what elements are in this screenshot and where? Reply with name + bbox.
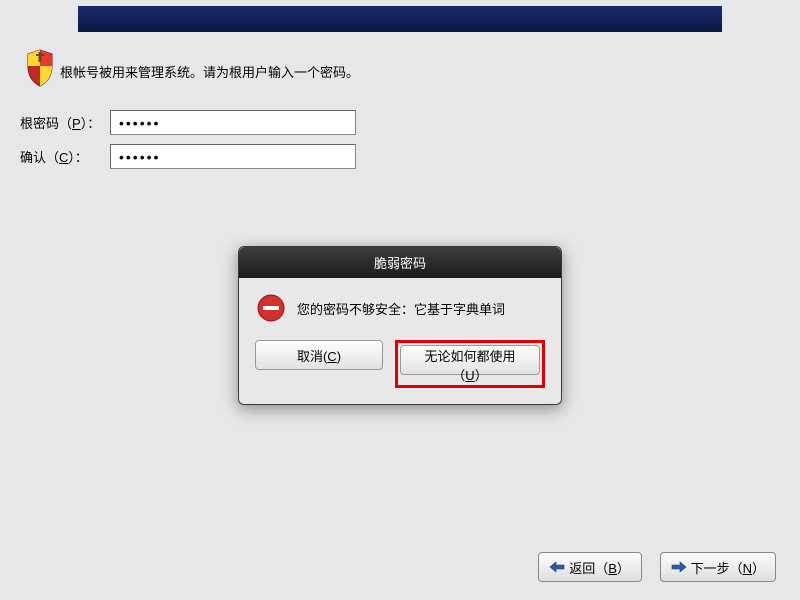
- dialog-message: 您的密码不够安全：它基于字典单词: [297, 299, 505, 318]
- use-anyway-highlight: 无论如何都使用（U）: [395, 340, 545, 388]
- bottom-nav: 返回（B） 下一步（N）: [538, 552, 776, 582]
- shield-icon: [24, 48, 56, 88]
- weak-password-dialog: 脆弱密码 您的密码不够安全：它基于字典单词 取消(C) 无论如何都使用（U）: [238, 246, 562, 405]
- confirm-row: 确认（C）：: [20, 144, 356, 169]
- header-bar: [78, 6, 722, 32]
- arrow-left-icon: [549, 561, 565, 573]
- arrow-right-icon: [671, 561, 687, 573]
- password-row: 根密码（P）：: [20, 110, 356, 135]
- back-button[interactable]: 返回（B）: [538, 552, 642, 582]
- dialog-buttons: 取消(C) 无论如何都使用（U）: [239, 332, 561, 404]
- dialog-title: 脆弱密码: [239, 247, 561, 278]
- next-button[interactable]: 下一步（N）: [660, 552, 776, 582]
- password-label: 根密码（P）：: [20, 113, 110, 132]
- confirm-input[interactable]: [110, 144, 356, 169]
- instruction-text: 根帐号被用来管理系统。请为根用户输入一个密码。: [60, 62, 359, 81]
- confirm-label: 确认（C）：: [20, 147, 110, 166]
- cancel-button[interactable]: 取消(C): [255, 340, 383, 370]
- error-icon: [257, 294, 285, 322]
- dialog-body: 您的密码不够安全：它基于字典单词: [239, 278, 561, 332]
- use-anyway-button[interactable]: 无论如何都使用（U）: [400, 345, 540, 375]
- password-input[interactable]: [110, 110, 356, 135]
